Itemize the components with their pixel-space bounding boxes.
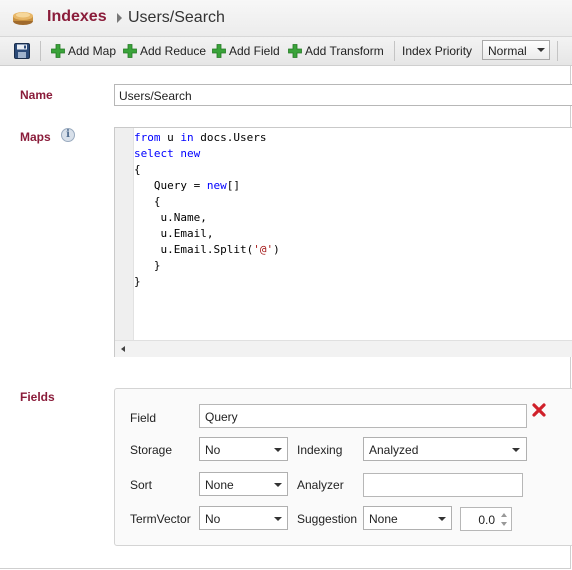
analyzer-label: Analyzer	[297, 478, 344, 492]
index-priority-select[interactable]: Normal	[482, 40, 550, 60]
code-text: }	[134, 275, 141, 288]
sort-select[interactable]: None	[199, 472, 288, 496]
field-name-value: Query	[205, 410, 238, 424]
termvector-value: No	[205, 512, 221, 526]
add-transform-button[interactable]: Add Transform	[288, 43, 384, 59]
index-name-value: Users/Search	[119, 89, 192, 103]
add-reduce-button[interactable]: Add Reduce	[123, 43, 206, 59]
indexing-value: Analyzed	[369, 443, 419, 457]
add-field-button[interactable]: Add Field	[212, 43, 280, 59]
code-text: u.Email.Split(	[134, 243, 254, 256]
suggestion-label: Suggestion	[297, 512, 358, 526]
indexing-label: Indexing	[297, 443, 343, 457]
code-text: docs.Users	[193, 131, 267, 144]
termvector-select[interactable]: No	[199, 506, 288, 530]
chevron-down-icon	[438, 517, 446, 521]
info-icon[interactable]: i	[61, 128, 75, 142]
storage-select[interactable]: No	[199, 437, 288, 461]
field-name-label: Field	[130, 411, 157, 425]
termvector-label: TermVector	[130, 512, 191, 526]
name-label: Name	[20, 88, 53, 102]
indexes-stack-icon	[13, 12, 33, 25]
field-name-input[interactable]: Query	[199, 404, 527, 428]
editor-gutter	[115, 128, 134, 340]
chevron-down-icon	[274, 517, 282, 521]
breadcrumb-index-name: Users/Search	[128, 9, 225, 26]
maps-label: Maps	[20, 130, 51, 144]
chevron-down-icon	[537, 48, 545, 52]
toolbar-divider	[40, 41, 41, 61]
code-string: '@'	[253, 243, 274, 256]
code-text: {	[134, 195, 161, 208]
plus-icon	[212, 44, 226, 58]
stepper-down-icon[interactable]	[501, 522, 507, 526]
index-name-input[interactable]: Users/Search	[114, 84, 572, 106]
analyzer-input[interactable]	[363, 473, 523, 497]
code-text: []	[226, 179, 240, 192]
stepper-up-icon[interactable]	[501, 513, 507, 517]
toolbar-divider	[557, 41, 558, 61]
chevron-down-icon	[274, 483, 282, 487]
code-text: )	[273, 243, 280, 256]
sort-value: None	[205, 478, 234, 492]
code-text: }	[134, 259, 161, 272]
suggestion-accuracy-value: 0.0	[478, 513, 495, 527]
code-keyword: in	[180, 131, 194, 144]
add-transform-label: Add Transform	[305, 44, 384, 58]
code-text: Query =	[134, 179, 207, 192]
save-icon[interactable]	[14, 43, 30, 59]
plus-icon	[51, 44, 65, 58]
chevron-down-icon	[512, 448, 520, 452]
suggestion-select[interactable]: None	[363, 506, 452, 530]
breadcrumb-separator-icon	[117, 13, 122, 23]
code-text: {	[134, 163, 141, 176]
sort-label: Sort	[130, 478, 153, 492]
scroll-left-icon[interactable]	[121, 346, 125, 352]
code-text: u	[160, 131, 181, 144]
toolbar-divider	[394, 41, 395, 61]
page-title[interactable]: Indexes	[47, 8, 107, 26]
suggestion-accuracy-stepper[interactable]: 0.0	[460, 507, 512, 531]
code-keyword: new	[206, 179, 227, 192]
code-text: u.Name,	[134, 211, 207, 224]
map-code[interactable]: from u in docs.Users select new { Query …	[134, 130, 280, 290]
close-icon[interactable]	[532, 403, 546, 417]
storage-label: Storage	[130, 443, 173, 457]
add-field-label: Add Field	[229, 44, 280, 58]
code-keyword: new	[180, 147, 201, 160]
index-priority-value: Normal	[488, 44, 527, 58]
map-code-editor[interactable]: from u in docs.Users select new { Query …	[114, 127, 572, 357]
add-map-label: Add Map	[68, 44, 117, 58]
fields-label: Fields	[20, 390, 55, 404]
code-keyword: select	[134, 147, 174, 160]
plus-icon	[123, 44, 137, 58]
add-map-button[interactable]: Add Map	[51, 43, 116, 59]
indexing-select[interactable]: Analyzed	[363, 437, 527, 461]
code-keyword: from	[134, 131, 161, 144]
horizontal-scrollbar[interactable]	[115, 340, 572, 357]
index-priority-label: Index Priority	[402, 44, 473, 58]
plus-icon	[288, 44, 302, 58]
add-reduce-label: Add Reduce	[140, 44, 207, 58]
chevron-down-icon	[274, 448, 282, 452]
storage-value: No	[205, 443, 221, 457]
suggestion-value: None	[369, 512, 398, 526]
code-text: u.Email,	[134, 227, 214, 240]
